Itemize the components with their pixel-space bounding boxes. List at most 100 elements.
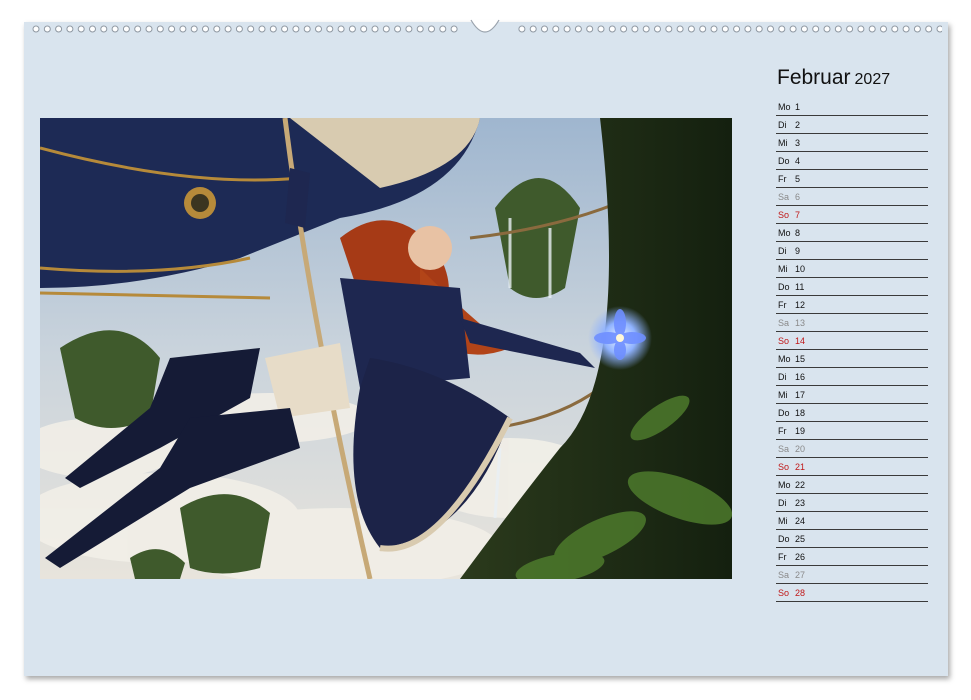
day-number: 4	[795, 156, 801, 166]
day-number: 23	[795, 498, 806, 508]
day-number: 25	[795, 534, 806, 544]
weekday-name: Mo	[778, 480, 791, 490]
day-row: Do 11	[776, 278, 928, 296]
day-row: Mo 22	[776, 476, 928, 494]
binding-ring-icon	[66, 25, 74, 33]
day-number: 7	[795, 210, 801, 220]
day-number: 2	[795, 120, 801, 130]
binding-ring-icon	[77, 25, 85, 33]
binding-ring-icon	[111, 25, 119, 33]
day-number: 10	[795, 264, 806, 274]
binding-ring-icon	[122, 25, 130, 33]
binding-ring-icon	[733, 25, 741, 33]
binding-ring-icon	[190, 25, 198, 33]
day-number: 9	[795, 246, 801, 256]
day-number: 8	[795, 228, 801, 238]
day-number: 21	[795, 462, 806, 472]
weekday-name: Di	[778, 372, 787, 382]
binding-ring-icon	[134, 25, 142, 33]
day-row: So 14	[776, 332, 928, 350]
binding-ring-icon	[360, 25, 368, 33]
binding-ring-icon	[721, 25, 729, 33]
day-number: 28	[795, 588, 806, 598]
day-row: Sa 20	[776, 440, 928, 458]
weekday-name: Do	[778, 534, 790, 544]
binding-ring-icon	[382, 25, 390, 33]
binding-ring-icon	[394, 25, 402, 33]
day-row: Mo 1	[776, 98, 928, 116]
binding-ring-icon	[258, 25, 266, 33]
day-number: 26	[795, 552, 806, 562]
binding-ring-icon	[586, 25, 594, 33]
binding-ring-icon	[416, 25, 424, 33]
weekday-name: Di	[778, 498, 787, 508]
binding-ring-icon	[778, 25, 786, 33]
binding-ring-icon	[789, 25, 797, 33]
day-row: Di 2	[776, 116, 928, 134]
binding-ring-icon	[326, 25, 334, 33]
binding-ring-icon	[348, 25, 356, 33]
day-row: Do 4	[776, 152, 928, 170]
binding-ring-icon	[145, 25, 153, 33]
binding-ring-icon	[168, 25, 176, 33]
day-list: Mo 1 Di 2 Mi 3 Do 4 Fr 5 Sa 6 So 7 Mo 8 Di 9 Mi 10…	[776, 98, 928, 602]
weekday-name: Di	[778, 246, 787, 256]
binding-ring-icon	[552, 25, 560, 33]
day-row: Sa 6	[776, 188, 928, 206]
day-row: Mi 10	[776, 260, 928, 278]
weekday-name: Sa	[778, 444, 790, 454]
binding-ring-icon	[936, 25, 942, 33]
day-number: 20	[795, 444, 806, 454]
binding-ring-icon	[642, 25, 650, 33]
binding-ring-icon	[574, 25, 582, 33]
weekday-name: So	[778, 588, 790, 598]
day-number: 15	[795, 354, 806, 364]
day-number: 27	[795, 570, 806, 580]
day-number: 6	[795, 192, 801, 202]
binding-ring-icon	[224, 25, 232, 33]
binding-ring-icon	[269, 25, 277, 33]
day-number: 3	[795, 138, 801, 148]
weekday-name: Sa	[778, 318, 790, 328]
binding-ring-icon	[913, 25, 921, 33]
day-row: Mi 17	[776, 386, 928, 404]
day-row: Di 23	[776, 494, 928, 512]
binding-ring-icon	[812, 25, 820, 33]
binding-ring-icon	[529, 25, 537, 33]
day-row: Do 25	[776, 530, 928, 548]
binding-ring-icon	[868, 25, 876, 33]
day-number: 17	[795, 390, 806, 400]
binding-ring-icon	[303, 25, 311, 33]
day-number: 16	[795, 372, 806, 382]
day-number: 24	[795, 516, 806, 526]
day-row: Fr 12	[776, 296, 928, 314]
binding-ring-icon	[631, 25, 639, 33]
binding-ring-icon	[654, 25, 661, 33]
binding-ring-icon	[337, 25, 345, 33]
day-number: 14	[795, 336, 806, 346]
day-number: 11	[795, 282, 805, 292]
weekday-name: So	[778, 336, 790, 346]
day-row: Fr 5	[776, 170, 928, 188]
day-row: So 21	[776, 458, 928, 476]
binding-ring-icon	[518, 25, 526, 33]
day-row: Di 9	[776, 242, 928, 260]
day-number: 18	[795, 408, 806, 418]
binding-ring-icon	[292, 25, 300, 33]
weekday-name: Fr	[778, 174, 787, 184]
day-row: Sa 27	[776, 566, 928, 584]
day-number: 1	[795, 102, 801, 112]
day-row: So 7	[776, 206, 928, 224]
binding-ring-icon	[43, 25, 51, 33]
binding-ring-icon	[755, 25, 763, 33]
hanger-hook-icon	[470, 18, 500, 36]
day-row: So 28	[776, 584, 928, 602]
binding-ring-icon	[100, 25, 108, 33]
day-row: Sa 13	[776, 314, 928, 332]
weekday-name: Sa	[778, 570, 790, 580]
day-row: Di 16	[776, 368, 928, 386]
day-row: Fr 26	[776, 548, 928, 566]
weekday-name: Do	[778, 282, 790, 292]
binding-ring-icon	[880, 25, 887, 33]
binding-ring-icon	[89, 25, 96, 33]
